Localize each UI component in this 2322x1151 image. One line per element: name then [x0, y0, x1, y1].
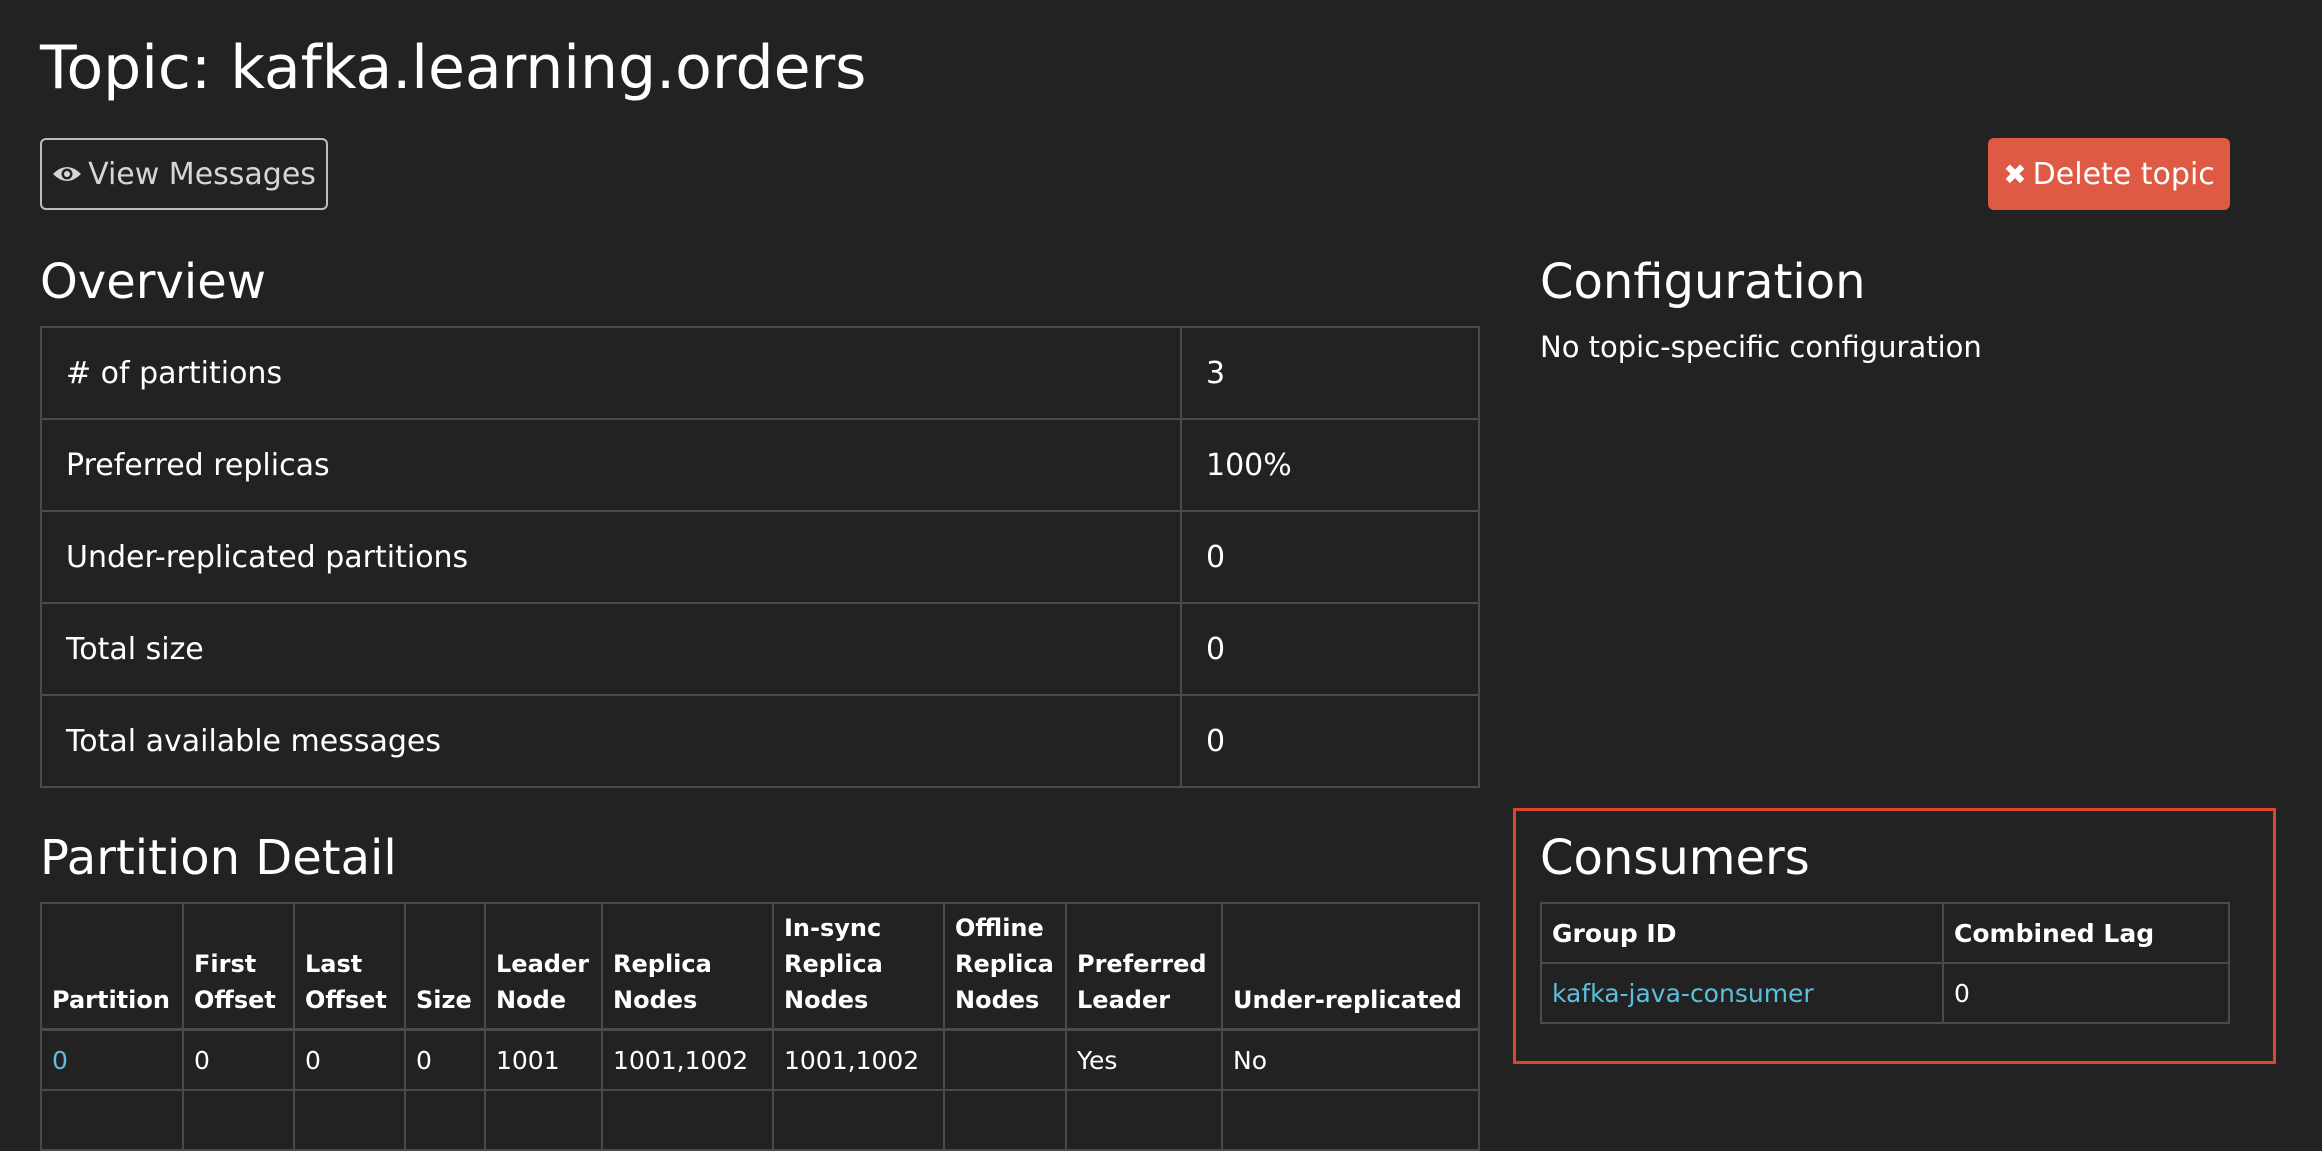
table-header-row: Group ID Combined Lag	[1540, 902, 2230, 964]
column-header-in-sync-replica-nodes[interactable]: In-sync Replica Nodes	[772, 902, 945, 1031]
table-row: Preferred replicas 100%	[40, 418, 1480, 512]
overview-label: Preferred replicas	[40, 418, 1182, 512]
column-header-preferred-leader[interactable]: Preferred Leader	[1065, 902, 1223, 1031]
table-cell	[404, 1089, 486, 1151]
table-cell	[601, 1089, 774, 1151]
table-row: Under-replicated partitions 0	[40, 510, 1480, 604]
overview-value: 0	[1180, 602, 1480, 696]
page-title: Topic: kafka.learning.orders	[40, 33, 867, 103]
combined-lag-cell: 0	[1942, 962, 2230, 1024]
overview-label: Total available messages	[40, 694, 1182, 788]
partition-cell: 0	[40, 1028, 184, 1091]
overview-heading: Overview	[40, 254, 266, 310]
overview-value: 100%	[1180, 418, 1480, 512]
overview-label: # of partitions	[40, 326, 1182, 420]
column-header-under-replicated[interactable]: Under-replicated	[1221, 902, 1480, 1031]
column-header-size[interactable]: Size	[404, 902, 486, 1031]
column-header-replica-nodes[interactable]: Replica Nodes	[601, 902, 774, 1031]
overview-table: # of partitions 3 Preferred replicas 100…	[40, 326, 1480, 788]
overview-label: Total size	[40, 602, 1182, 696]
table-cell	[484, 1089, 603, 1151]
column-header-group-id: Group ID	[1540, 902, 1944, 964]
column-header-combined-lag: Combined Lag	[1942, 902, 2230, 964]
delete-topic-button[interactable]: ✖ Delete topic	[1988, 138, 2230, 210]
times-icon: ✖	[2003, 157, 2027, 191]
overview-label: Under-replicated partitions	[40, 510, 1182, 604]
leader-node-cell: 1001	[484, 1028, 603, 1091]
table-cell	[182, 1089, 295, 1151]
table-cell	[943, 1089, 1067, 1151]
configuration-heading: Configuration	[1540, 254, 1866, 310]
table-row: Total available messages 0	[40, 694, 1480, 788]
table-row: kafka-java-consumer 0	[1540, 962, 2230, 1024]
partition-detail-heading: Partition Detail	[40, 830, 397, 886]
eye-icon	[52, 164, 82, 184]
preferred-leader-cell: Yes	[1065, 1028, 1223, 1091]
table-cell	[772, 1089, 945, 1151]
under-replicated-cell: No	[1221, 1028, 1480, 1091]
table-cell	[1065, 1089, 1223, 1151]
last-offset-cell: 0	[293, 1028, 406, 1091]
replica-nodes-cell: 1001,1002	[601, 1028, 774, 1091]
column-header-leader-node[interactable]: Leader Node	[484, 902, 603, 1031]
first-offset-cell: 0	[182, 1028, 295, 1091]
table-header-row: Partition First Offset Last Offset Size …	[40, 902, 1480, 1031]
table-row: Total size 0	[40, 602, 1480, 696]
configuration-text: No topic-specific configuration	[1540, 330, 1982, 364]
offline-replica-nodes-cell	[943, 1028, 1067, 1091]
table-cell	[1221, 1089, 1480, 1151]
view-messages-button[interactable]: View Messages	[40, 138, 328, 210]
overview-value: 0	[1180, 510, 1480, 604]
delete-topic-label: Delete topic	[2032, 156, 2215, 192]
group-id-cell: kafka-java-consumer	[1540, 962, 1944, 1024]
size-cell: 0	[404, 1028, 486, 1091]
table-cell	[40, 1089, 184, 1151]
partition-link[interactable]: 0	[52, 1046, 68, 1075]
overview-value: 0	[1180, 694, 1480, 788]
table-row: 0 0 0 0 1001 1001,1002 1001,1002 Yes No	[40, 1028, 1480, 1091]
in-sync-replica-nodes-cell: 1001,1002	[772, 1028, 945, 1091]
column-header-last-offset[interactable]: Last Offset	[293, 902, 406, 1031]
table-row	[40, 1089, 1480, 1151]
table-row: # of partitions 3	[40, 326, 1480, 420]
consumer-group-link[interactable]: kafka-java-consumer	[1552, 979, 1814, 1008]
column-header-partition[interactable]: Partition	[40, 902, 184, 1031]
consumers-heading: Consumers	[1540, 830, 1810, 886]
column-header-offline-replica-nodes[interactable]: Offline Replica Nodes	[943, 902, 1067, 1031]
column-header-first-offset[interactable]: First Offset	[182, 902, 295, 1031]
view-messages-label: View Messages	[88, 156, 316, 192]
table-cell	[293, 1089, 406, 1151]
overview-value: 3	[1180, 326, 1480, 420]
consumers-table: Group ID Combined Lag kafka-java-consume…	[1540, 902, 2230, 1024]
partition-detail-table: Partition First Offset Last Offset Size …	[40, 902, 1480, 1151]
